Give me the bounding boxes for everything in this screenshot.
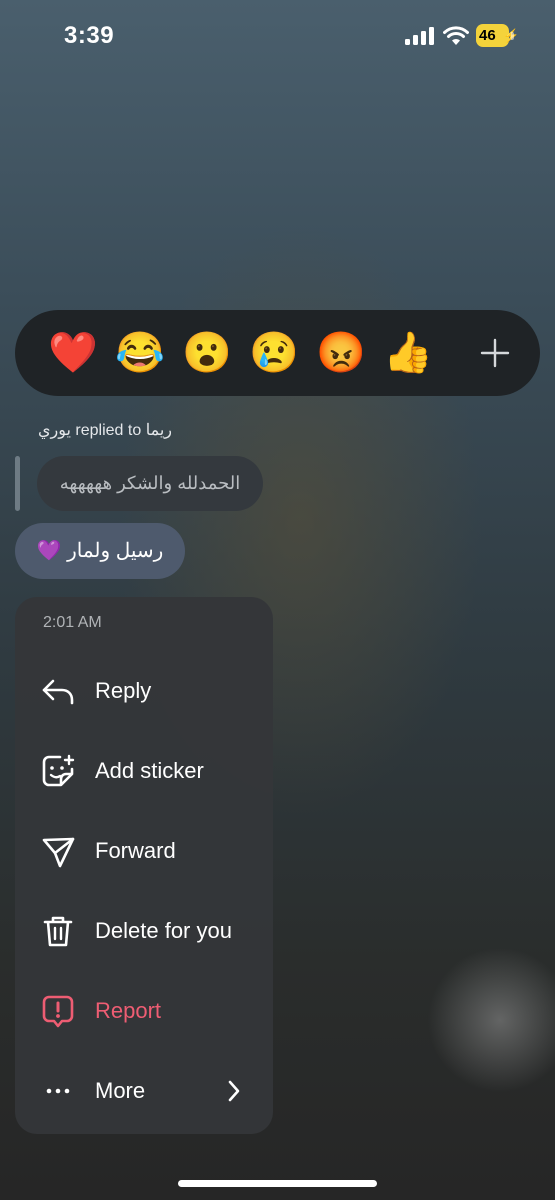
reaction-wow[interactable]: 😮 [182,328,232,378]
menu-item-label: Forward [95,838,176,863]
message-timestamp: 2:01 AM [43,614,102,631]
cellular-signal-icon [405,27,434,45]
reaction-sad[interactable]: 😢 [249,328,299,378]
menu-item-reply[interactable]: Reply [15,651,273,731]
sticker-add-icon [42,754,75,787]
reaction-thumbs-up[interactable]: 👍 [383,328,433,378]
menu-item-delete-for-you[interactable]: Delete for you [15,891,273,971]
status-time: 3:39 [64,22,115,49]
message-context-menu: 2:01 AM Reply Add sticker Forward Delete… [15,597,273,1134]
menu-item-label: More [95,1078,146,1103]
quoted-message[interactable]: الحمدلله والشكر هههههه [37,456,263,511]
menu-item-more[interactable]: More [15,1051,273,1131]
menu-item-report[interactable]: Report [15,971,273,1051]
reply-indicator-line [15,456,20,511]
report-exclamation-icon [42,995,74,1028]
reply-arrow-icon [42,679,74,705]
chevron-right-icon [228,1080,240,1102]
battery-icon: 46 ⚡ [476,24,519,48]
reaction-angry[interactable]: 😡 [316,328,366,378]
menu-item-label: Reply [95,678,152,703]
reaction-bar: ❤️ 😂 😮 😢 😡 👍 [15,310,540,396]
menu-item-label: Add sticker [95,758,204,783]
send-paper-plane-icon [42,837,75,868]
menu-item-forward[interactable]: Forward [15,811,273,891]
reaction-heart[interactable]: ❤️ [48,328,98,378]
menu-item-label: Report [95,998,162,1023]
status-bar: 3:39 46 ⚡ [0,0,555,74]
menu-item-add-sticker[interactable]: Add sticker [15,731,273,811]
more-dots-icon [46,1088,70,1094]
more-reactions-plus-icon[interactable] [470,328,520,378]
menu-item-label: Delete for you [95,918,232,943]
wifi-icon [443,26,469,45]
trash-icon [43,916,73,947]
reaction-laugh[interactable]: 😂 [115,328,165,378]
reply-context-label: يوري replied to ريما [38,422,172,439]
message-bubble[interactable]: رسيل ولمار 💜 [15,523,185,579]
home-indicator[interactable] [178,1180,377,1187]
